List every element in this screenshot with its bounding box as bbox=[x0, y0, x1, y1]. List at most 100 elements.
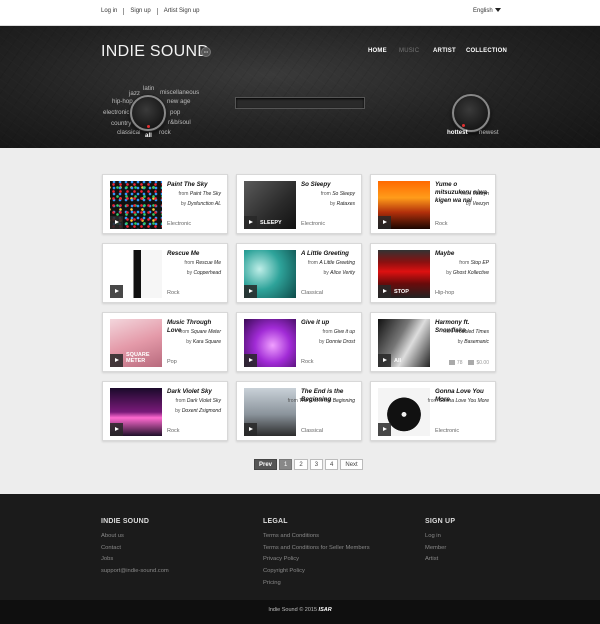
pagination-page-4[interactable]: 4 bbox=[325, 459, 339, 470]
genre-dial-knob[interactable] bbox=[130, 95, 166, 131]
track-title[interactable]: Rescue Me bbox=[167, 250, 225, 258]
sort-dial-knob[interactable] bbox=[452, 94, 490, 132]
genre-all[interactable]: all bbox=[145, 132, 152, 139]
pagination-prev-button[interactable]: Prev bbox=[254, 459, 278, 470]
footer-link-about[interactable]: About us bbox=[101, 531, 169, 543]
play-icon[interactable] bbox=[378, 216, 391, 229]
track-title[interactable]: Maybe bbox=[435, 250, 493, 258]
search-input[interactable] bbox=[235, 97, 365, 109]
nav-artist[interactable]: ARTIST bbox=[433, 48, 456, 54]
play-icon[interactable] bbox=[244, 423, 257, 436]
footer-link-member[interactable]: Member bbox=[425, 543, 455, 555]
track-card[interactable]: Paint The Sky from Paint The Sky by Dysfun… bbox=[102, 174, 228, 234]
album-link[interactable]: Veezyn bbox=[473, 191, 490, 197]
album-art[interactable] bbox=[378, 388, 430, 436]
play-icon[interactable] bbox=[110, 285, 123, 298]
artist-link[interactable]: Rataxes bbox=[337, 201, 355, 207]
album-art[interactable] bbox=[110, 388, 162, 436]
footer-link-privacy[interactable]: Privacy Policy bbox=[263, 554, 370, 566]
artist-link[interactable]: Ghost Kollective bbox=[453, 270, 489, 276]
track-card[interactable]: All Harmony ft. Snowflake from Troubled Ti… bbox=[370, 312, 496, 372]
play-icon[interactable] bbox=[378, 423, 391, 436]
play-icon[interactable] bbox=[110, 423, 123, 436]
footer-link-support-email[interactable]: support@indie-sound.com bbox=[101, 566, 169, 578]
artist-link[interactable]: Kara Square bbox=[193, 339, 221, 345]
genre-hip-hop[interactable]: hip-hop bbox=[112, 98, 133, 105]
genre-latin[interactable]: latin bbox=[143, 85, 154, 92]
artist-link[interactable]: Doxent Zsigmond bbox=[182, 408, 221, 414]
language-selector[interactable]: English bbox=[473, 8, 501, 14]
album-art[interactable]: SLEEPY bbox=[244, 181, 296, 229]
nav-home[interactable]: HOME bbox=[368, 48, 387, 54]
track-title[interactable]: So Sleepy bbox=[301, 181, 359, 189]
nav-collection[interactable]: COLLECTION bbox=[466, 48, 507, 54]
sort-newest[interactable]: newest bbox=[479, 129, 499, 136]
track-card[interactable]: SQUARE METER Music Through Love from Squar… bbox=[102, 312, 228, 372]
album-link[interactable]: A Little Greeting bbox=[319, 260, 355, 266]
signup-link[interactable]: Sign up bbox=[123, 8, 156, 15]
track-title[interactable]: Give it up bbox=[301, 319, 359, 327]
album-art[interactable] bbox=[244, 388, 296, 436]
play-icon[interactable] bbox=[110, 216, 123, 229]
play-icon[interactable] bbox=[378, 354, 391, 367]
genre-jazz[interactable]: jazz bbox=[129, 90, 140, 97]
footer-link-seller-terms[interactable]: Terms and Conditions for Seller Members bbox=[263, 543, 370, 555]
copyright-brand[interactable]: ISAR bbox=[319, 607, 332, 613]
track-card[interactable]: Give it up from Give it up by Donnie Drost… bbox=[236, 312, 362, 372]
genre-electronic[interactable]: electronic bbox=[103, 109, 129, 116]
artist-link[interactable]: Copperhead bbox=[193, 270, 221, 276]
pagination-page-1[interactable]: 1 bbox=[279, 459, 293, 470]
album-link[interactable]: Square Meter bbox=[191, 329, 221, 335]
genre-rock[interactable]: rock bbox=[159, 129, 171, 136]
artist-link[interactable]: Alice Verity bbox=[330, 270, 355, 276]
track-title[interactable]: A Little Greeting bbox=[301, 250, 359, 258]
footer-link-copyright[interactable]: Copyright Policy bbox=[263, 566, 370, 578]
footer-link-pricing[interactable]: Pricing bbox=[263, 578, 370, 590]
album-link[interactable]: Give it up bbox=[334, 329, 355, 335]
album-link[interactable]: The End is the Beginning bbox=[299, 398, 355, 404]
album-art[interactable]: All bbox=[378, 319, 430, 367]
album-link[interactable]: So Sleepy bbox=[332, 191, 355, 197]
footer-link-login[interactable]: Log in bbox=[425, 531, 455, 543]
play-icon[interactable] bbox=[378, 285, 391, 298]
artist-link[interactable]: Basemanic bbox=[464, 339, 489, 345]
album-link[interactable]: Dark Violet Sky bbox=[187, 398, 221, 404]
footer-link-jobs[interactable]: Jobs bbox=[101, 554, 169, 566]
nav-music[interactable]: MUSIC bbox=[399, 48, 419, 54]
album-art[interactable]: SQUARE METER bbox=[110, 319, 162, 367]
pagination-page-3[interactable]: 3 bbox=[309, 459, 324, 470]
artist-link[interactable]: Donnie Drost bbox=[326, 339, 355, 345]
track-card[interactable]: SLEEPY So Sleepy from So Sleepy by Rataxes E… bbox=[236, 174, 362, 234]
genre-classical[interactable]: classical bbox=[117, 129, 140, 136]
play-icon[interactable] bbox=[110, 354, 123, 367]
track-card[interactable]: Gonna Love You More from Gonna Love You M… bbox=[370, 381, 496, 441]
genre-rnb-soul[interactable]: r&b/soul bbox=[168, 119, 191, 126]
genre-country[interactable]: country bbox=[111, 120, 131, 127]
album-link[interactable]: Paint The Sky bbox=[190, 191, 221, 197]
pagination-next-button[interactable]: Next bbox=[340, 459, 363, 470]
track-card[interactable]: STOP Maybe from Stop EP by Ghost Kollective… bbox=[370, 243, 496, 303]
genre-pop[interactable]: pop bbox=[170, 109, 180, 116]
track-card[interactable]: Yume o mitsuzukeru niwa kigen wa nai from… bbox=[370, 174, 496, 234]
track-card[interactable]: The End is the Beginning from The End is … bbox=[236, 381, 362, 441]
footer-link-artist[interactable]: Artist bbox=[425, 554, 455, 566]
sort-hottest[interactable]: hottest bbox=[447, 129, 468, 136]
track-card[interactable]: A Little Greeting from A Little Greeting b… bbox=[236, 243, 362, 303]
footer-link-terms[interactable]: Terms and Conditions bbox=[263, 531, 370, 543]
album-art[interactable] bbox=[110, 181, 162, 229]
play-icon[interactable] bbox=[244, 354, 257, 367]
artist-link[interactable]: Veezyn bbox=[473, 201, 490, 207]
album-link[interactable]: Rescue Me bbox=[196, 260, 221, 266]
track-card[interactable]: Dark Violet Sky from Dark Violet Sky by Do… bbox=[102, 381, 228, 441]
footer-link-contact[interactable]: Contact bbox=[101, 543, 169, 555]
track-card[interactable]: Rescue Me from Rescue Me by Copperhead Rock bbox=[102, 243, 228, 303]
track-title[interactable]: Dark Violet Sky bbox=[167, 388, 225, 396]
album-art[interactable]: STOP bbox=[378, 250, 430, 298]
login-link[interactable]: Log in bbox=[101, 8, 123, 15]
play-icon[interactable] bbox=[244, 285, 257, 298]
album-link[interactable]: Gonna Love You More bbox=[439, 398, 489, 404]
album-art[interactable] bbox=[110, 250, 162, 298]
album-art[interactable] bbox=[244, 319, 296, 367]
pagination-page-2[interactable]: 2 bbox=[294, 459, 308, 470]
album-art[interactable] bbox=[244, 250, 296, 298]
